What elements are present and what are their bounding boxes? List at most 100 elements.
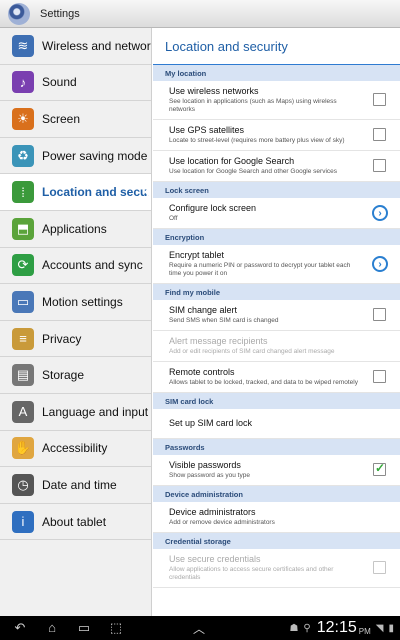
setting-checkbox [373,561,386,574]
info-icon: i [12,510,34,533]
sidebar-item-label: Language and input [42,404,149,419]
setting-subtitle: Off [169,215,178,222]
window-title: Settings [40,7,80,20]
sidebar-item-label: Accounts and sync [42,258,143,273]
panel-title: Location and security [153,28,400,65]
android-debug-icon: ☗ [289,622,299,634]
sidebar-item-label: About tablet [42,514,107,529]
setting-subtitle: Add or remove device administrators [169,519,275,526]
setting-row: Alert message recipients Add or edit reci… [153,331,400,362]
setting-checkbox[interactable] [373,370,386,383]
sidebar-item-sound[interactable]: ♪ Sound [0,65,151,102]
sidebar-item-storage[interactable]: ▤ Storage [0,357,151,394]
setting-subtitle: See location in applications (such as Ma… [169,98,337,113]
setting-row[interactable]: Encrypt tablet Require a numeric PIN or p… [153,245,400,284]
chevron-up-icon[interactable]: ︿ [193,620,205,637]
setting-title: Remote controls [169,367,235,377]
location-security-icon: ⁞ [12,181,34,204]
setting-title: Device administrators [169,507,256,517]
section-header: Credential storage [153,533,400,549]
sidebar-item-accessibility[interactable]: ✋ Accessibility [0,431,151,468]
sidebar-item-label: Storage [42,368,85,383]
setting-row[interactable]: Visible passwords Show password as you ty… [153,455,400,486]
setting-title: Encrypt tablet [169,250,225,260]
sidebar-item-label: Location and security [42,185,152,200]
setting-title: Alert message recipients [169,336,268,346]
sidebar-item-info[interactable]: i About tablet [0,504,151,541]
sidebar-item-privacy[interactable]: ≡ Privacy [0,321,151,358]
setting-title: Visible passwords [169,460,241,470]
sidebar-item-label: Power saving mode [42,148,148,163]
setting-checkbox[interactable] [373,159,386,172]
screenshot-button[interactable]: ⬚ [100,620,132,636]
section-header: Encryption [153,229,400,245]
setting-row[interactable]: Configure lock screen Off › [153,198,400,229]
sidebar-item-language[interactable]: A Language and input [0,394,151,431]
battery-icon: ▮ [388,622,394,634]
clock-ampm: PM [358,626,371,636]
setting-subtitle: Show password as you type [169,472,250,479]
section-header: Lock screen [153,182,400,198]
storage-icon: ▤ [12,364,34,387]
setting-checkbox[interactable] [373,128,386,141]
wifi-icon: ≋ [12,34,34,57]
sidebar-item-applications[interactable]: ⬒ Applications [0,211,151,248]
setting-row[interactable]: Use GPS satellites Locate to street-level… [153,120,400,151]
settings-sidebar: ≋ Wireless and networks ♪ Sound ☀ Screen ♻ Powe… [0,28,152,616]
setting-row[interactable]: SIM change alert Send SMS when SIM card i… [153,300,400,331]
sidebar-item-label: Motion settings [42,294,123,309]
chevron-right-icon[interactable]: › [372,256,388,272]
sidebar-item-label: Wireless and networks [42,38,152,53]
setting-subtitle: Locate to street-level (requires more ba… [169,137,345,144]
sidebar-item-accounts-sync[interactable]: ⟳ Accounts and sync [0,248,151,285]
chevron-right-icon[interactable]: › [372,205,388,221]
settings-gear-icon [8,2,30,25]
setting-title: Use location for Google Search [169,156,295,166]
setting-row: Use secure credentials Allow applications… [153,549,400,588]
sidebar-item-clock[interactable]: ◷ Date and time [0,467,151,504]
screenshot-icon: ⬚ [109,620,123,635]
applications-icon: ⬒ [12,217,34,240]
back-button[interactable]: ↶ [4,620,36,636]
title-bar: Settings [0,0,400,28]
setting-title: Use secure credentials [169,554,261,564]
setting-title: Configure lock screen [169,203,257,213]
sidebar-item-motion[interactable]: ▭ Motion settings [0,284,151,321]
setting-row[interactable]: Remote controls Allows tablet to be locke… [153,362,400,393]
setting-title: Use wireless networks [169,86,259,96]
sidebar-item-label: Screen [42,111,81,126]
section-header: SIM card lock [153,393,400,409]
sidebar-item-screen[interactable]: ☀ Screen [0,101,151,138]
language-icon: A [12,400,34,423]
sidebar-item-label: Date and time [42,477,117,492]
section-header: Passwords [153,439,400,455]
section-header: Device administration [153,486,400,502]
setting-title: SIM change alert [169,305,238,315]
setting-row[interactable]: Use location for Google Search Use locati… [153,151,400,182]
recent-apps-button[interactable]: ▭ [68,620,100,636]
setting-checkbox[interactable] [373,461,386,476]
sidebar-item-power-saving[interactable]: ♻ Power saving mode [0,138,151,175]
setting-checkbox[interactable] [373,308,386,321]
accounts-sync-icon: ⟳ [12,254,34,277]
setting-subtitle: Add or edit recipients of SIM card chang… [169,348,335,355]
sidebar-item-location-security[interactable]: ⁞ Location and security [0,174,151,211]
sidebar-item-label: Privacy [42,331,82,346]
status-area[interactable]: ☗ ⚲ 12:15 PM ◥ ▮ [284,616,394,640]
section-header: My location [153,65,400,81]
section-header: Find my mobile [153,284,400,300]
sidebar-item-label: Sound [42,75,77,90]
setting-row[interactable]: Device administrators Add or remove devic… [153,502,400,533]
system-bar: ↶ ⌂ ▭ ⬚ ︿ ☗ ⚲ 12:15 PM ◥ ▮ [0,616,400,640]
setting-row[interactable]: Use wireless networks See location in app… [153,81,400,120]
home-icon: ⌂ [48,620,56,635]
setting-title: Use GPS satellites [169,125,245,135]
accessibility-icon: ✋ [12,437,34,460]
clock-icon: ◷ [12,473,34,496]
setting-checkbox[interactable] [373,93,386,106]
sidebar-item-wifi[interactable]: ≋ Wireless and networks [0,28,151,65]
home-button[interactable]: ⌂ [36,620,68,636]
setting-row[interactable]: Set up SIM card lock [153,409,400,439]
motion-icon: ▭ [12,290,34,313]
screen-icon: ☀ [12,107,34,130]
